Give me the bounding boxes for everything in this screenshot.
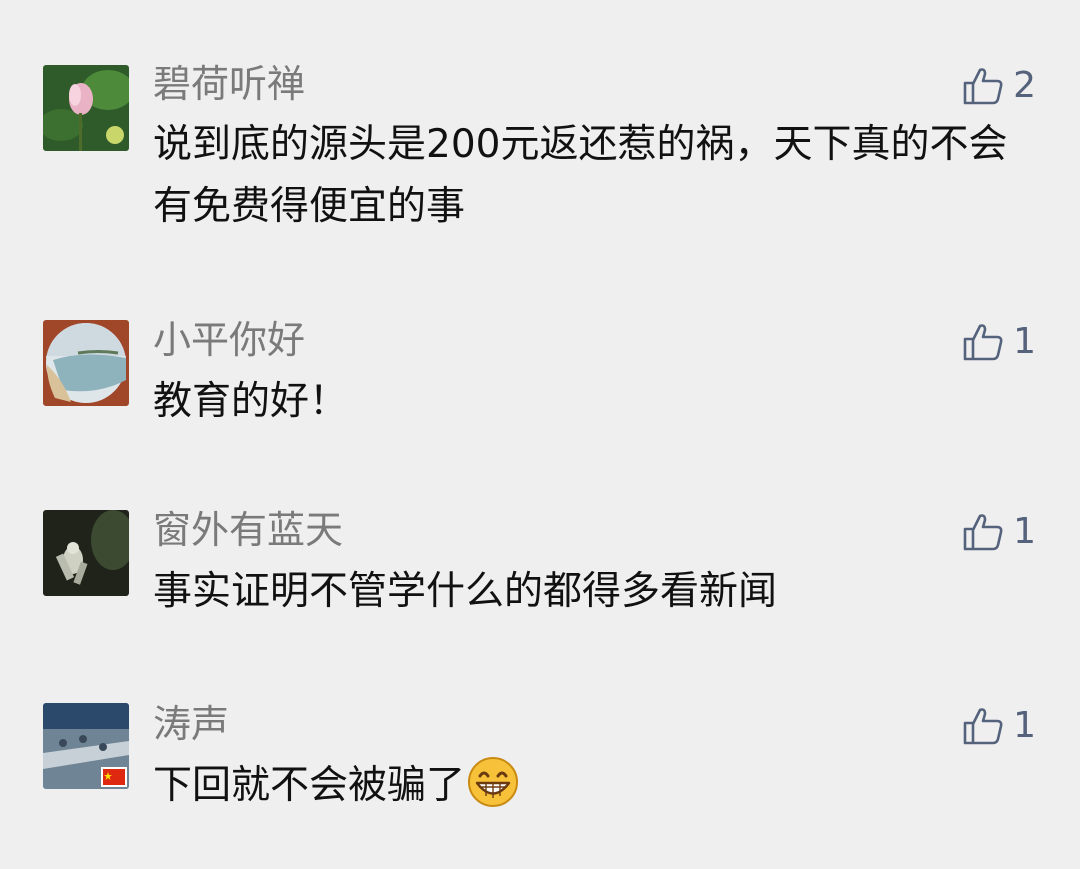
comment-text: 说到底的源头是200元返还惹的祸，天下真的不会有免费得便宜的事 [153, 122, 1008, 229]
like-count: 1 [1013, 321, 1036, 362]
avatar[interactable] [43, 703, 129, 789]
like-button[interactable]: 2 [961, 62, 1036, 110]
avatar[interactable] [43, 510, 129, 596]
like-count: 1 [1013, 705, 1036, 746]
beach-avatar-icon [43, 320, 129, 406]
avatar[interactable] [43, 320, 129, 406]
like-count: 1 [1013, 511, 1036, 552]
like-button[interactable]: 1 [961, 508, 1036, 556]
lotus-avatar-icon [43, 65, 129, 151]
comment-user-name[interactable]: 碧荷听禅 [153, 62, 305, 106]
ship-deck-avatar-icon [43, 703, 129, 789]
comment-text: 事实证明不管学什么的都得多看新闻 [153, 569, 778, 614]
comment-text: 教育的好！ [153, 379, 349, 424]
astronaut-avatar-icon [43, 510, 129, 596]
like-button[interactable]: 1 [961, 702, 1036, 750]
comment-user-name[interactable]: 小平你好 [153, 318, 305, 362]
comment-text-content: 下回就不会被骗了 [153, 763, 466, 808]
avatar[interactable] [43, 65, 129, 151]
thumbs-up-icon [963, 324, 1003, 361]
like-button[interactable]: 1 [961, 318, 1036, 366]
like-count: 2 [1013, 65, 1036, 106]
comment-user-name[interactable]: 涛声 [153, 702, 229, 746]
comment-user-name[interactable]: 窗外有蓝天 [153, 508, 343, 552]
thumbs-up-icon [963, 708, 1003, 745]
grinning-emoji-icon [468, 757, 519, 807]
comment-text: 下回就不会被骗了 [153, 755, 1033, 817]
thumbs-up-icon [963, 68, 1003, 105]
comment-item: 碧荷听禅 2 说到底的源头是200元返还惹的祸，天下真的不会有免费得便宜的事 [0, 0, 1080, 260]
thumbs-up-icon [963, 514, 1003, 551]
